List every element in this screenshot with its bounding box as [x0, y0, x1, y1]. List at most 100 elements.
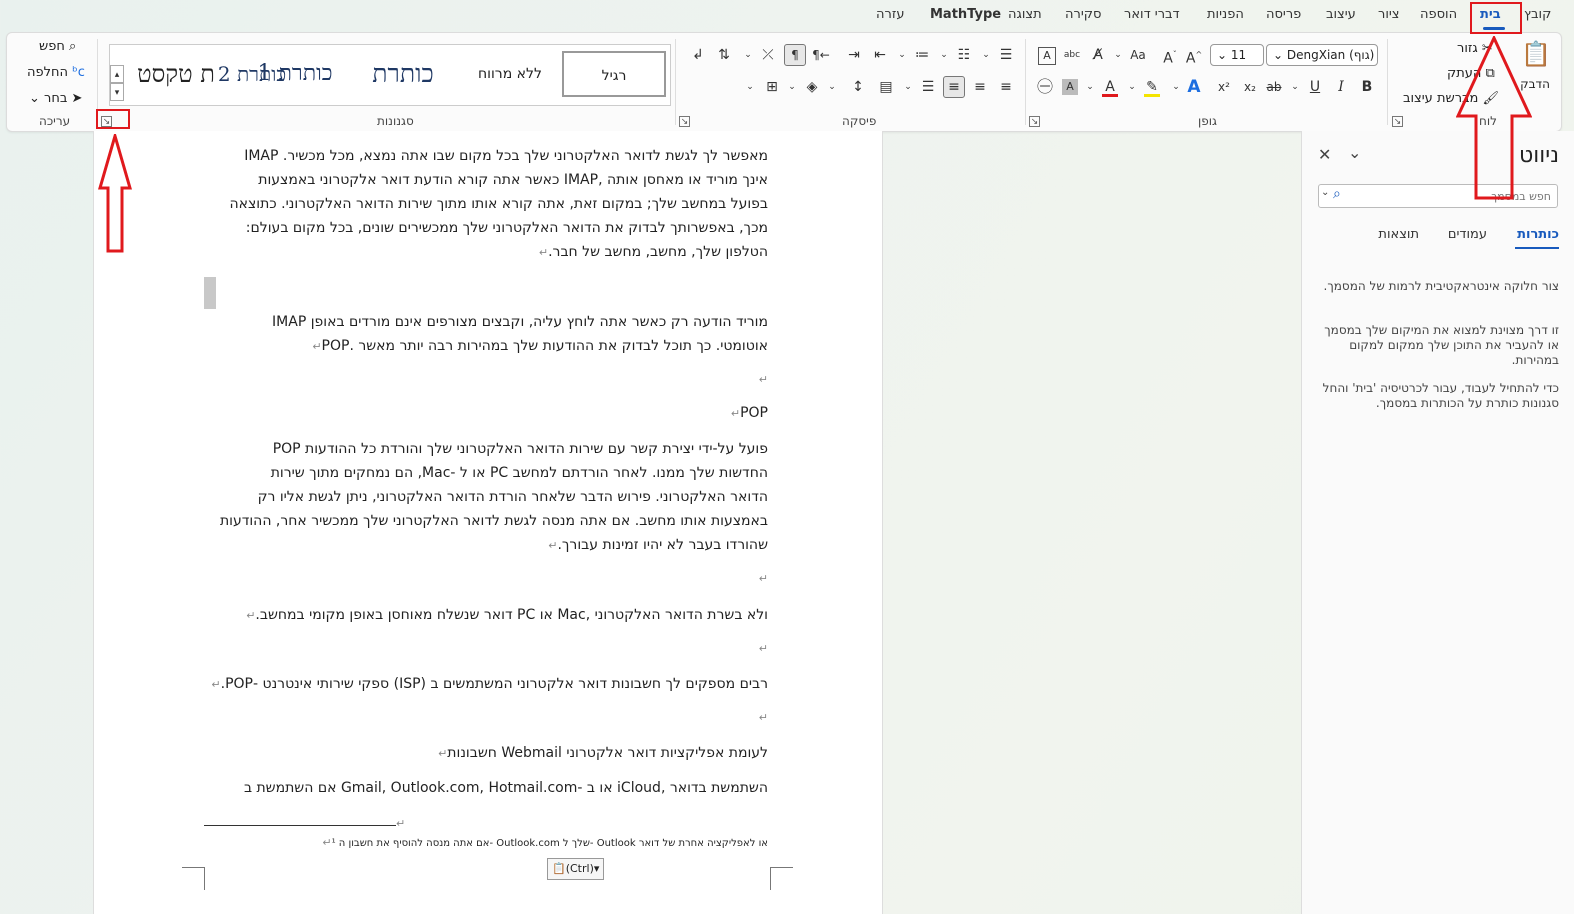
tab-draw[interactable]: ציור [1378, 7, 1400, 22]
distributed-icon[interactable]: ▤ [875, 76, 897, 98]
footnote[interactable]: או לאפליקציה אחרת של דואר Outlook -שלך ל… [204, 835, 768, 852]
bold-icon[interactable]: B [1356, 76, 1378, 98]
chevron-down-icon[interactable]: ⌄ [1348, 143, 1361, 162]
strikethrough-icon[interactable]: ab [1263, 76, 1285, 98]
justify-icon[interactable]: ☰ [917, 76, 939, 98]
tab-mathtype[interactable]: MathType [930, 7, 1001, 22]
chevron-down-icon[interactable]: ⌄ [1121, 76, 1143, 98]
tab-mailings[interactable]: דברי דואר [1124, 7, 1180, 22]
chevron-down-icon[interactable]: ⌄ [1284, 76, 1306, 98]
search-icon[interactable]: ⌕ [1333, 186, 1341, 202]
paragraph-webmail[interactable]: לעומת אפליקציות דואר אלקטרוני Webmail חש… [204, 741, 768, 766]
align-left-icon[interactable]: ≡ [943, 76, 965, 98]
separator [1387, 39, 1388, 125]
line-spacing-icon[interactable]: ↕ [847, 76, 869, 98]
paragraph-imap-download[interactable]: מוריד הודעה רק כאשר אתה לוחץ עליה, וקבצי… [204, 310, 768, 359]
paragraph-local-storage[interactable]: ולא בשרת הדואר האלקטרוני ,Mac או PC דואר… [204, 603, 768, 628]
nav-tab-pages[interactable]: עמודים [1448, 227, 1487, 242]
tab-file[interactable]: קובץ [1524, 7, 1551, 22]
clear-formatting-icon[interactable]: A̸ [1087, 44, 1109, 66]
gallery-scroll-up[interactable]: ▴ [110, 65, 124, 83]
paragraph-gmail[interactable]: השתמשת בדואר ,iCloud או ב -Gmail, Outloo… [204, 776, 768, 800]
chevron-down-icon[interactable]: ⌄ [975, 44, 997, 66]
chevron-down-icon[interactable]: ⌄ [1079, 76, 1101, 98]
chevron-down-icon[interactable]: ⌄ [897, 76, 919, 98]
grow-font-icon[interactable]: A^ [1183, 44, 1205, 67]
nav-tab-headings[interactable]: כותרות [1517, 227, 1559, 242]
font-size-combo[interactable]: ⌄ 11 [1210, 44, 1264, 66]
enclose-characters-icon[interactable]: ㊀ [1034, 76, 1056, 98]
bullets-icon[interactable]: ☰ [995, 44, 1017, 66]
tab-references[interactable]: הפניות [1207, 7, 1244, 22]
phonetic-guide-icon[interactable]: abc [1061, 44, 1083, 66]
subscript-icon[interactable]: x₂ [1239, 76, 1261, 98]
chevron-down-icon[interactable]: ⌄ [781, 76, 803, 98]
tab-help[interactable]: עזרה [876, 7, 904, 22]
chevron-down-icon[interactable]: ⌄ [739, 76, 761, 98]
document-page[interactable]: מאפשר לך לגשת לדואר האלקטרוני שלך בכל מק… [93, 131, 883, 914]
style-heading2[interactable]: כותרת 2 [212, 51, 292, 97]
close-icon[interactable]: ✕ [1318, 145, 1331, 164]
style-subtitle[interactable]: ת טקסט [128, 51, 224, 97]
shading-icon[interactable]: ◈ [801, 76, 823, 98]
chevron-down-icon[interactable]: ⌄ [1321, 187, 1329, 198]
style-no-spacing[interactable]: ללא מרווח [462, 51, 558, 97]
align-right-icon[interactable]: ≡ [995, 76, 1017, 98]
nav-tab-results[interactable]: תוצאות [1378, 227, 1419, 242]
highlighter-icon[interactable]: ✎ [1141, 76, 1163, 98]
empty-paragraph[interactable]: ↵ [204, 705, 768, 730]
font-color-icon[interactable]: A [1099, 76, 1121, 98]
clipboard-dialog-launcher[interactable]: ↘ [1392, 116, 1403, 127]
change-case-icon[interactable]: Aa [1127, 44, 1149, 66]
superscript-icon[interactable]: x² [1213, 76, 1235, 98]
paragraph-imap-intro[interactable]: מאפשר לך לגשת לדואר האלקטרוני שלך בכל מק… [204, 144, 768, 265]
text-line: אינך מוריד או מאחסן אותה ,IMAP כאשר אתה … [258, 172, 768, 188]
find-button[interactable]: חפש ⌕ [39, 39, 76, 54]
paragraph-pop-heading[interactable]: POP↵ [204, 401, 768, 426]
paragraph-dialog-launcher[interactable]: ↘ [679, 116, 690, 127]
tab-layout[interactable]: פריסה [1266, 7, 1301, 22]
chevron-down-icon[interactable]: ⌄ [737, 44, 759, 66]
style-title[interactable]: כותרת [348, 51, 458, 97]
rtl-paragraph-icon[interactable]: ¶← [810, 44, 832, 66]
decrease-indent-icon[interactable]: ⇤ [869, 44, 891, 66]
chevron-down-icon[interactable]: ⌄ [1107, 44, 1129, 66]
gallery-more[interactable]: ▾ [110, 83, 124, 101]
annotation-box-styles-launcher [96, 109, 130, 129]
chevron-down-icon[interactable]: ⌄ [891, 44, 913, 66]
select-button[interactable]: ⌄ בחר ➤ [29, 91, 82, 106]
character-shading-icon[interactable]: A [1062, 79, 1078, 95]
show-formatting-marks-icon[interactable]: ¶ [784, 44, 806, 66]
paragraph-pop-body[interactable]: פועל על-ידי יצירת קשר עם שירות הדואר האל… [204, 437, 768, 558]
chevron-down-icon[interactable]: ⌄ [1165, 76, 1187, 98]
tab-design[interactable]: עיצוב [1326, 7, 1356, 22]
empty-paragraph[interactable]: ↵ [204, 367, 768, 392]
numbering-icon[interactable]: ☷ [953, 44, 975, 66]
multilevel-list-icon[interactable]: ≔ [911, 44, 933, 66]
borders-icon[interactable]: ⊞ [761, 76, 783, 98]
shrink-font-icon[interactable]: Aˇ [1159, 44, 1181, 67]
font-name-combo[interactable]: ⌄ DengXian (גוף) [1266, 44, 1378, 66]
paragraph-isp[interactable]: רבים מספקים לך חשבונות דואר אלקטרוני המש… [204, 672, 768, 697]
tab-insert[interactable]: הוספה [1420, 7, 1457, 22]
replace-button[interactable]: החלפה ᵇc [27, 65, 85, 80]
paste-options-button[interactable]: 📋(Ctrl)▾ [547, 858, 605, 880]
text-line: בפועל במחשב שלך; במקום זאת, אתה קורא אות… [229, 196, 768, 212]
align-center-icon[interactable]: ≡ [969, 76, 991, 98]
style-normal[interactable]: רגיל [562, 51, 666, 97]
empty-paragraph[interactable]: ↵ [204, 636, 768, 661]
chevron-down-icon[interactable]: ⌄ [933, 44, 955, 66]
asian-layout-icon[interactable]: ↲ [687, 44, 709, 66]
underline-icon[interactable]: U [1304, 76, 1326, 98]
sort-icon[interactable]: ⇅ [713, 44, 735, 66]
ltr-paragraph-icon[interactable]: ⤫ [757, 44, 779, 66]
empty-paragraph[interactable]: ↵ [204, 566, 768, 591]
chevron-down-icon[interactable]: ⌄ [821, 76, 843, 98]
paragraph-mark: ↵ [211, 678, 221, 691]
tab-view[interactable]: תצוגה [1008, 7, 1042, 22]
tab-review[interactable]: סקירה [1065, 7, 1101, 22]
font-dialog-launcher[interactable]: ↘ [1029, 116, 1040, 127]
character-border-icon[interactable]: A [1038, 47, 1056, 65]
italic-icon[interactable]: I [1330, 76, 1352, 98]
increase-indent-icon[interactable]: ⇥ [843, 44, 865, 66]
